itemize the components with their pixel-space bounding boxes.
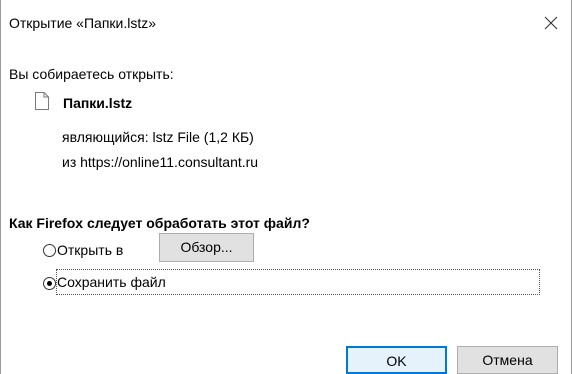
browse-button[interactable]: Обзор... bbox=[159, 233, 254, 262]
cancel-button[interactable]: Отмена bbox=[457, 346, 558, 374]
window-title: Открытие «Папки.lstz» bbox=[9, 15, 157, 31]
close-button[interactable] bbox=[536, 12, 566, 36]
save-file-label[interactable]: Сохранить файл bbox=[57, 274, 166, 290]
save-file-radio[interactable] bbox=[43, 277, 56, 290]
download-dialog: Открытие «Папки.lstz» Вы собираетесь отк… bbox=[0, 0, 572, 374]
action-question: Как Firefox следует обработать этот файл… bbox=[9, 215, 310, 231]
file-name: Папки.lstz bbox=[63, 95, 133, 111]
file-type: являющийся: lstz File (1,2 КБ) bbox=[62, 129, 254, 145]
open-prompt: Вы собираетесь открыть: bbox=[9, 66, 174, 82]
close-icon bbox=[544, 16, 558, 30]
ok-button[interactable]: OK bbox=[346, 346, 447, 374]
title-bar: Открытие «Папки.lstz» bbox=[1, 0, 571, 36]
file-icon bbox=[35, 92, 49, 110]
open-with-radio[interactable] bbox=[43, 244, 56, 257]
open-with-label[interactable]: Открыть в bbox=[57, 242, 123, 258]
file-source: из https://online11.consultant.ru bbox=[62, 154, 259, 170]
